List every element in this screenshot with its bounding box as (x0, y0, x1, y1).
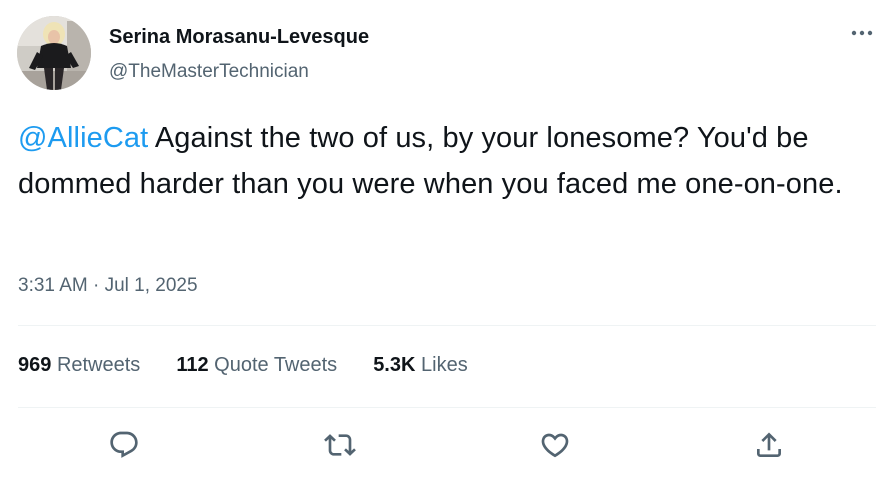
tweet-stats: 969 Retweets 112 Quote Tweets 5.3K Likes (18, 354, 504, 377)
share-icon (757, 432, 781, 457)
mention-link[interactable]: @AllieCat (18, 122, 148, 154)
profile-photo-icon (17, 16, 91, 90)
like-icon (541, 433, 569, 458)
author-handle[interactable]: @TheMasterTechnician (109, 61, 309, 83)
likes-label: Likes (421, 354, 468, 376)
retweet-button[interactable] (320, 425, 360, 465)
reply-button[interactable] (104, 425, 144, 465)
avatar[interactable] (17, 16, 91, 90)
tweet-timestamp[interactable]: 3:31 AM · Jul 1, 2025 (18, 275, 198, 297)
retweets-stat[interactable]: 969 Retweets (18, 354, 140, 377)
divider (18, 407, 876, 408)
retweets-count: 969 (18, 354, 52, 376)
more-options-button[interactable] (842, 16, 882, 50)
retweet-icon (324, 434, 356, 456)
retweets-label: Retweets (56, 354, 141, 376)
author-name[interactable]: Serina Morasanu-Levesque (109, 26, 369, 49)
likes-count: 5.3K (373, 354, 416, 376)
quote-tweets-stat[interactable]: 112 Quote Tweets (176, 354, 337, 377)
tweet-text: @AllieCat Against the two of us, by your… (18, 115, 886, 207)
ellipsis-icon (851, 30, 873, 36)
divider (18, 325, 876, 326)
share-button[interactable] (749, 425, 789, 465)
like-button[interactable] (535, 425, 575, 465)
quote-tweets-count: 112 (176, 354, 209, 376)
likes-stat[interactable]: 5.3K Likes (373, 354, 468, 377)
quote-tweets-label: Quote Tweets (214, 354, 338, 376)
reply-icon (110, 431, 138, 458)
action-bar (0, 425, 894, 465)
